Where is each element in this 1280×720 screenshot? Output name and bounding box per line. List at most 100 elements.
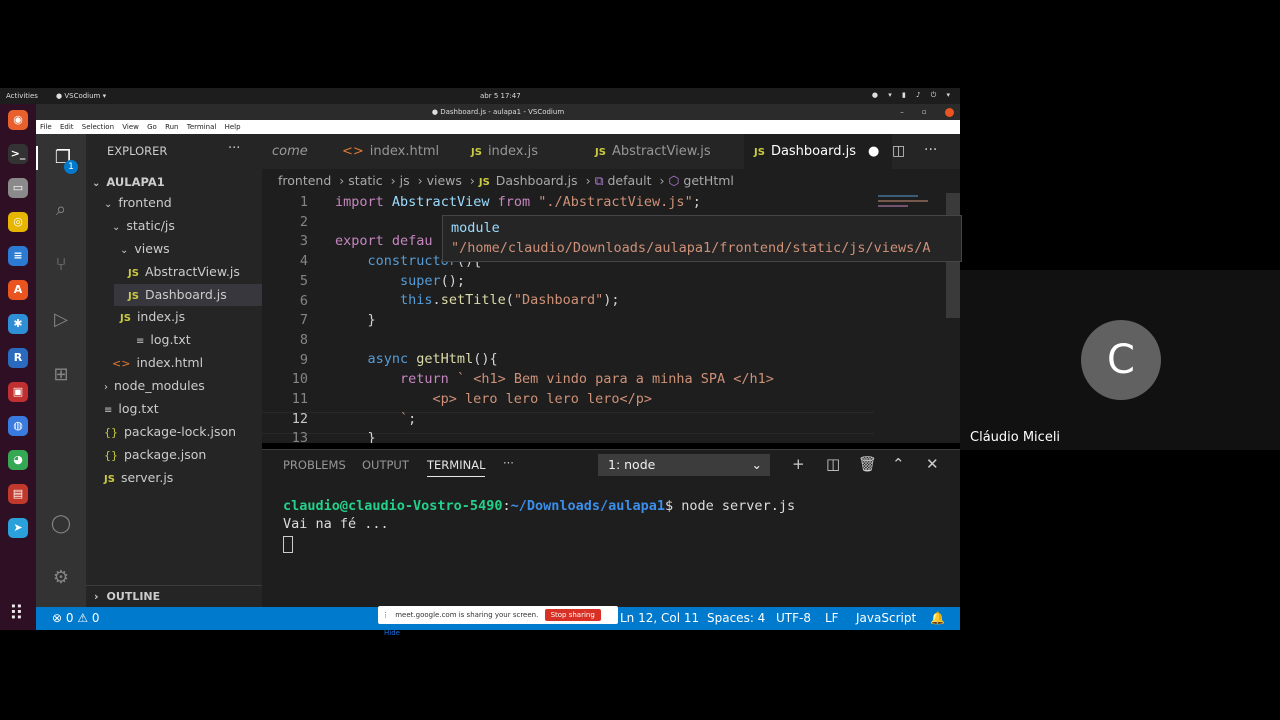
tab-dashboard-js[interactable]: JS Dashboard.js ● — [744, 134, 892, 169]
menu-help[interactable]: Help — [225, 123, 241, 131]
breadcrumb-item[interactable]: default — [608, 173, 652, 188]
problems-indicator[interactable]: ⊗ 0 ⚠ 0 — [52, 607, 100, 630]
terminal-prompt-line[interactable]: claudio@claudio-Vostro-5490:~/Downloads/… — [283, 498, 795, 514]
split-terminal-icon[interactable]: ◫ — [826, 455, 840, 473]
cursor-position[interactable]: Ln 12, Col 11 — [620, 607, 699, 630]
breadcrumb-item[interactable]: js — [400, 173, 410, 188]
menu-view[interactable]: View — [122, 123, 139, 131]
panel-more-button[interactable]: ··· — [503, 456, 514, 470]
tab-index-html[interactable]: <> index.html — [332, 134, 449, 169]
stop-sharing-button[interactable]: Stop sharing — [544, 609, 601, 621]
maximize-panel-icon[interactable]: ⌃ — [892, 455, 905, 473]
notifications-bell-icon[interactable]: 🔔 — [930, 607, 945, 630]
split-editor-icon[interactable]: ◫ — [892, 143, 905, 159]
code-line: } — [335, 312, 376, 328]
account-icon[interactable]: ◯ — [49, 512, 73, 536]
language-mode[interactable]: JavaScript — [856, 607, 916, 630]
menu-run[interactable]: Run — [165, 123, 178, 131]
show-apps-icon[interactable]: ⠿ — [9, 601, 24, 625]
tab-index-js[interactable]: JS index.js — [461, 134, 548, 169]
terminal-icon[interactable]: >_ — [8, 144, 28, 164]
terminal-select[interactable]: 1: node ⌄ — [598, 454, 770, 476]
calendar-icon[interactable]: ▤ — [8, 484, 28, 504]
explorer-item[interactable]: ⌄ static/js — [112, 215, 175, 237]
breadcrumb-item[interactable]: views — [427, 173, 462, 188]
more-actions-icon[interactable]: ··· — [924, 142, 937, 158]
explorer-item[interactable]: JS Dashboard.js — [114, 284, 276, 306]
indentation[interactable]: Spaces: 4 — [707, 607, 765, 630]
menu-file[interactable]: File — [40, 123, 52, 131]
chevron-down-icon: ⌄ — [751, 457, 762, 472]
explorer-item[interactable]: {} package.json — [104, 444, 206, 466]
breadcrumb-item[interactable]: Dashboard.js — [496, 173, 578, 188]
explorer-item[interactable]: › node_modules — [104, 375, 205, 397]
js-icon: JS — [471, 147, 482, 158]
firefox-icon[interactable]: ◉ — [8, 110, 28, 130]
rhythmbox-icon[interactable]: ◎ — [8, 212, 28, 232]
tab-terminal[interactable]: TERMINAL — [427, 458, 486, 477]
line-number: 5 — [299, 272, 308, 289]
explorer-item[interactable]: {} package-lock.json — [104, 421, 236, 443]
window-controls[interactable]: – ▫ — [900, 104, 954, 120]
software-icon[interactable]: A — [8, 280, 28, 300]
explorer-item[interactable]: ⌄ frontend — [104, 192, 172, 214]
new-terminal-icon[interactable]: + — [792, 455, 805, 473]
telegram-icon[interactable]: ➤ — [8, 518, 28, 538]
tab-welcome[interactable]: come — [262, 134, 318, 169]
tab-output[interactable]: OUTPUT — [362, 458, 409, 472]
image-viewer-icon[interactable]: ▣ — [8, 382, 28, 402]
drag-handle-icon[interactable]: ⋮ — [382, 611, 389, 619]
tab-abstractview-js[interactable]: JS AbstractView.js — [585, 134, 721, 169]
avatar: C — [1081, 320, 1161, 400]
hide-button[interactable]: Hide — [384, 629, 400, 637]
hover-title: module — [451, 220, 500, 236]
breadcrumb-item[interactable]: getHtml — [683, 173, 733, 188]
source-control-icon[interactable]: ⑂ — [49, 253, 73, 277]
breadcrumb-item[interactable]: frontend — [278, 173, 331, 188]
outline-section[interactable]: › OUTLINE — [86, 585, 262, 608]
writer-icon[interactable]: ≡ — [8, 246, 28, 266]
encoding[interactable]: UTF-8 — [776, 607, 811, 630]
json-icon: {} — [104, 449, 118, 462]
end-of-line[interactable]: LF — [825, 607, 839, 630]
system-tray[interactable]: ● ▾ ▮ ♪ ⏻ ▾ — [872, 91, 954, 100]
menu-go[interactable]: Go — [147, 123, 157, 131]
files-icon[interactable]: ▭ — [8, 178, 28, 198]
close-panel-icon[interactable]: ✕ — [926, 455, 939, 473]
window-title-bar: ● Dashboard.js - aulapa1 - VSCodium – ▫ — [36, 104, 960, 120]
explorer-item-label: package-lock.json — [124, 424, 237, 439]
explorer-item[interactable]: ⌄ views — [120, 238, 170, 260]
tab-problems[interactable]: PROBLEMS — [283, 458, 346, 472]
terminal-cursor[interactable] — [283, 536, 293, 553]
app-menu[interactable]: ● VSCodium ▾ — [56, 92, 106, 100]
explorer-sidebar: EXPLORER ··· ⌄ AULAPA1 ⌄ frontend ⌄ static/j… — [86, 134, 276, 607]
explorer-icon[interactable]: ❐ — [36, 146, 88, 170]
explorer-item[interactable]: ≡ log.txt — [136, 329, 191, 351]
menu-terminal[interactable]: Terminal — [187, 123, 217, 131]
explorer-item[interactable]: ≡ log.txt — [104, 398, 159, 420]
activities-button[interactable]: Activities — [6, 92, 38, 100]
settings-gear-icon[interactable]: ⚙ — [49, 566, 73, 590]
explorer-item[interactable]: JS server.js — [104, 467, 173, 489]
chrome-icon[interactable]: ◕ — [8, 450, 28, 470]
minimize-maximize-buttons[interactable]: – ▫ — [900, 108, 934, 116]
clock[interactable]: abr 5 17:47 — [480, 92, 521, 100]
explorer-more-button[interactable]: ··· — [228, 141, 240, 156]
menu-edit[interactable]: Edit — [60, 123, 74, 131]
explorer-item[interactable]: JS index.js — [120, 306, 185, 328]
explorer-item[interactable]: JS AbstractView.js — [128, 261, 240, 283]
project-folder[interactable]: ⌄ AULAPA1 — [92, 171, 165, 193]
vscodium-icon[interactable]: ✱ — [8, 314, 28, 334]
breadcrumb-item[interactable]: static — [348, 173, 382, 188]
menu-selection[interactable]: Selection — [82, 123, 114, 131]
explorer-item[interactable]: <> index.html — [112, 352, 203, 374]
js-icon: JS — [478, 177, 490, 188]
search-icon[interactable]: ⌕ — [49, 198, 73, 222]
run-debug-icon[interactable]: ▷ — [49, 308, 73, 332]
json-icon: {} — [104, 426, 118, 439]
r-icon[interactable]: R — [8, 348, 28, 368]
trash-icon[interactable]: 🗑 — [858, 455, 877, 473]
window-close-button[interactable] — [945, 107, 954, 117]
extensions-icon[interactable]: ⊞ — [49, 363, 73, 387]
chat-icon[interactable]: ◍ — [8, 416, 28, 436]
